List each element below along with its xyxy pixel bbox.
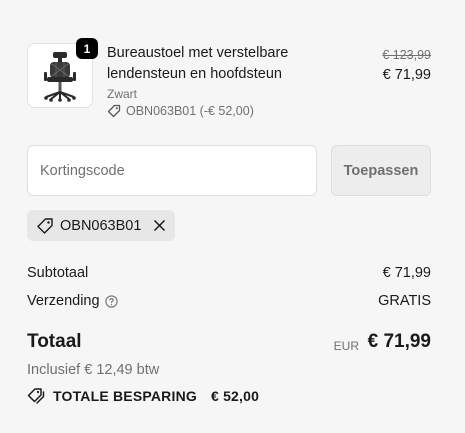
shipping-row: Verzending [27, 293, 118, 309]
total-currency: EUR [333, 339, 359, 353]
applied-code-text: OBN063B01 [60, 217, 142, 234]
product-variant: Zwart [107, 87, 137, 101]
tag-icon [37, 217, 53, 234]
subtotal-label: Subtotaal [27, 265, 89, 281]
tags-icon [27, 388, 45, 404]
help-circle-icon[interactable] [104, 294, 118, 308]
total-label: Totaal [27, 331, 82, 352]
tag-icon [107, 104, 121, 118]
product-discount: OBN063B01 (-€ 52,00) [107, 104, 254, 118]
total-value: € 71,99 [367, 331, 431, 352]
close-icon [154, 219, 166, 232]
tax-line: Inclusief € 12,49 btw [27, 362, 160, 378]
remove-code-button[interactable] [153, 219, 166, 232]
applied-code-tag: OBN063B01 [27, 210, 176, 241]
shipping-value: GRATIS [378, 293, 431, 309]
savings-label: TOTALE BESPARING [53, 388, 197, 404]
price-original: € 123,99 [382, 48, 431, 62]
product-discount-text: OBN063B01 (-€ 52,00) [126, 104, 254, 118]
shipping-label: Verzending [27, 293, 100, 309]
savings-value: € 52,00 [211, 388, 260, 404]
discount-code-input[interactable] [27, 145, 317, 196]
product-title: Bureaustoel met verstelbare lendensteun … [107, 45, 289, 82]
quantity-badge: 1 [76, 38, 98, 59]
subtotal-value: € 71,99 [382, 265, 431, 281]
apply-button[interactable]: Toepassen [331, 145, 431, 196]
total-savings: TOTALE BESPARING € 52,00 [27, 387, 259, 405]
chair-image [44, 51, 76, 102]
price-current: € 71,99 [382, 67, 431, 83]
